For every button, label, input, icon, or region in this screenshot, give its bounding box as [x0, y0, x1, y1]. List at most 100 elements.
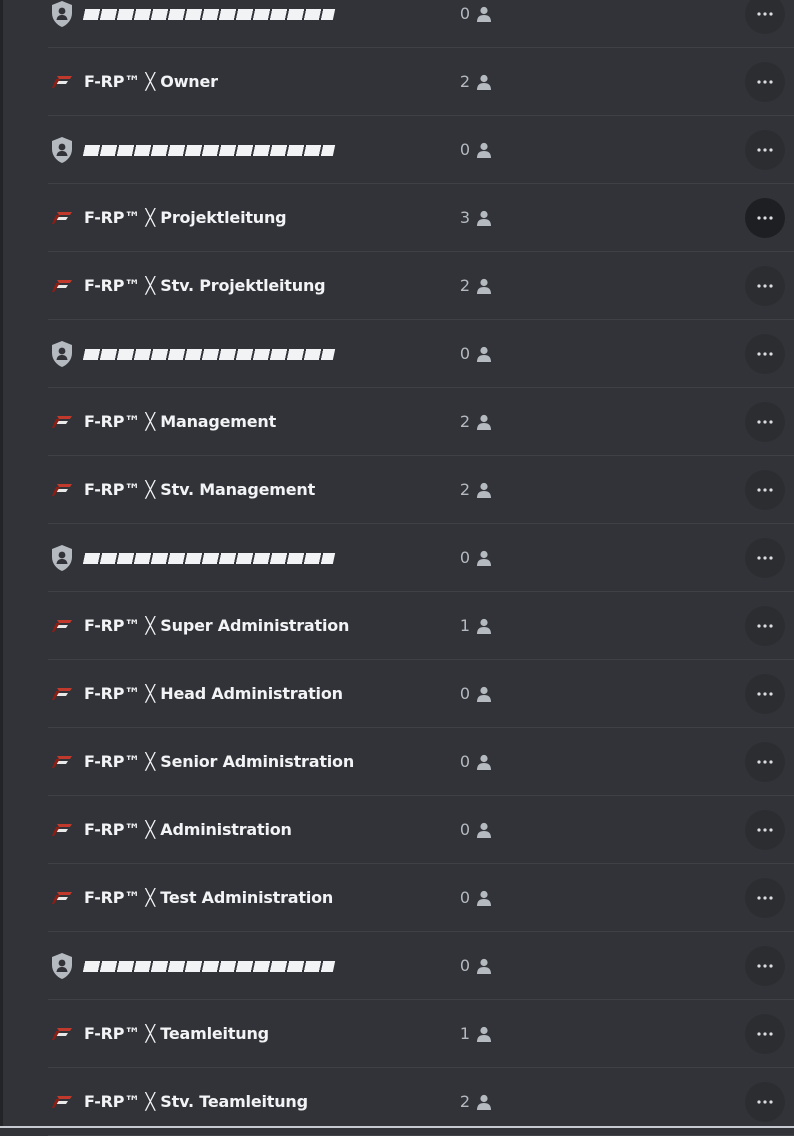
more-options-button[interactable] [745, 1082, 785, 1122]
member-count: 1 [459, 1024, 470, 1043]
member-count: 2 [459, 412, 470, 431]
more-options-icon [757, 1032, 773, 1036]
role-row[interactable]: F-RP™ ╳ Administration 0 [48, 796, 794, 864]
role-name: F-RP™ ╳ Administration [84, 820, 292, 839]
separator-name-bar [82, 961, 336, 972]
member-count: 0 [459, 140, 470, 159]
more-options-button[interactable] [745, 1014, 785, 1054]
person-icon [476, 482, 492, 502]
role-name: F-RP™ ╳ Owner [84, 72, 218, 91]
role-separator-row[interactable]: 0 [48, 0, 794, 48]
member-count: 0 [459, 888, 470, 907]
role-name: F-RP™ ╳ Super Administration [84, 616, 350, 635]
member-count: 0 [459, 344, 470, 363]
more-options-button[interactable] [745, 334, 785, 374]
person-icon [476, 414, 492, 434]
person-icon [476, 958, 492, 978]
person-icon [476, 618, 492, 638]
more-options-button[interactable] [745, 198, 785, 238]
person-icon [476, 210, 492, 230]
more-options-button[interactable] [745, 606, 785, 646]
more-options-icon [757, 1100, 773, 1104]
frp-logo-icon [48, 611, 76, 641]
member-count: 0 [459, 4, 470, 23]
role-separator-row[interactable]: 0 [48, 116, 794, 184]
member-count: 2 [459, 480, 470, 499]
shield-user-icon [48, 135, 76, 165]
role-name: F-RP™ ╳ Senior Administration [84, 752, 355, 771]
more-options-button[interactable] [745, 266, 785, 306]
shield-user-icon [48, 951, 76, 981]
person-icon [476, 346, 492, 366]
member-count: 0 [459, 684, 470, 703]
frp-logo-icon [48, 407, 76, 437]
more-options-icon [757, 80, 773, 84]
member-count: 3 [459, 208, 470, 227]
frp-logo-icon [48, 203, 76, 233]
more-options-icon [757, 284, 773, 288]
person-icon [476, 890, 492, 910]
role-list: 0 F-RP™ ╳ Owner 2 0 F-RP™ ╳ Projektleitung 3 F… [48, 0, 794, 1136]
person-icon [476, 6, 492, 26]
role-separator-row[interactable]: 0 [48, 932, 794, 1000]
more-options-button[interactable] [745, 130, 785, 170]
more-options-button[interactable] [745, 946, 785, 986]
more-options-icon [757, 964, 773, 968]
person-icon [476, 686, 492, 706]
person-icon [476, 142, 492, 162]
more-options-button[interactable] [745, 470, 785, 510]
role-row[interactable]: F-RP™ ╳ Stv. Projektleitung 2 [48, 252, 794, 320]
frp-logo-icon [48, 475, 76, 505]
role-row[interactable]: F-RP™ ╳ Teamleitung 1 [48, 1000, 794, 1068]
role-name: F-RP™ ╳ Test Administration [84, 888, 334, 907]
role-name: F-RP™ ╳ Management [84, 412, 277, 431]
more-options-button[interactable] [745, 402, 785, 442]
member-count: 2 [459, 276, 470, 295]
member-count: 0 [459, 956, 470, 975]
separator-name-bar [82, 145, 336, 156]
role-row[interactable]: F-RP™ ╳ Test Administration 0 [48, 864, 794, 932]
separator-name-bar [82, 553, 336, 564]
member-count: 0 [459, 752, 470, 771]
more-options-icon [757, 692, 773, 696]
person-icon [476, 754, 492, 774]
person-icon [476, 1094, 492, 1114]
more-options-icon [757, 148, 773, 152]
separator-name-bar [82, 349, 336, 360]
role-name: F-RP™ ╳ Head Administration [84, 684, 343, 703]
more-options-button[interactable] [745, 0, 785, 34]
member-count: 2 [459, 1092, 470, 1111]
role-row[interactable]: F-RP™ ╳ Stv. Management 2 [48, 456, 794, 524]
role-name: F-RP™ ╳ Stv. Management [84, 480, 316, 499]
more-options-icon [757, 556, 773, 560]
role-row[interactable]: F-RP™ ╳ Projektleitung 3 [48, 184, 794, 252]
more-options-icon [757, 216, 773, 220]
role-row[interactable]: F-RP™ ╳ Management 2 [48, 388, 794, 456]
more-options-button[interactable] [745, 538, 785, 578]
frp-logo-icon [48, 1019, 76, 1049]
more-options-button[interactable] [745, 810, 785, 850]
more-options-icon [757, 420, 773, 424]
separator-name-bar [82, 9, 336, 20]
role-name: F-RP™ ╳ Teamleitung [84, 1024, 269, 1043]
role-separator-row[interactable]: 0 [48, 320, 794, 388]
frp-logo-icon [48, 747, 76, 777]
more-options-button[interactable] [745, 878, 785, 918]
more-options-button[interactable] [745, 742, 785, 782]
shield-user-icon [48, 339, 76, 369]
frp-logo-icon [48, 815, 76, 845]
member-count: 2 [459, 72, 470, 91]
role-row[interactable]: F-RP™ ╳ Senior Administration 0 [48, 728, 794, 796]
person-icon [476, 550, 492, 570]
frp-logo-icon [48, 67, 76, 97]
role-row[interactable]: F-RP™ ╳ Owner 2 [48, 48, 794, 116]
role-separator-row[interactable]: 0 [48, 524, 794, 592]
more-options-button[interactable] [745, 62, 785, 102]
frp-logo-icon [48, 883, 76, 913]
role-row[interactable]: F-RP™ ╳ Super Administration 1 [48, 592, 794, 660]
person-icon [476, 74, 492, 94]
role-row[interactable]: F-RP™ ╳ Head Administration 0 [48, 660, 794, 728]
more-options-icon [757, 624, 773, 628]
more-options-button[interactable] [745, 674, 785, 714]
more-options-icon [757, 352, 773, 356]
